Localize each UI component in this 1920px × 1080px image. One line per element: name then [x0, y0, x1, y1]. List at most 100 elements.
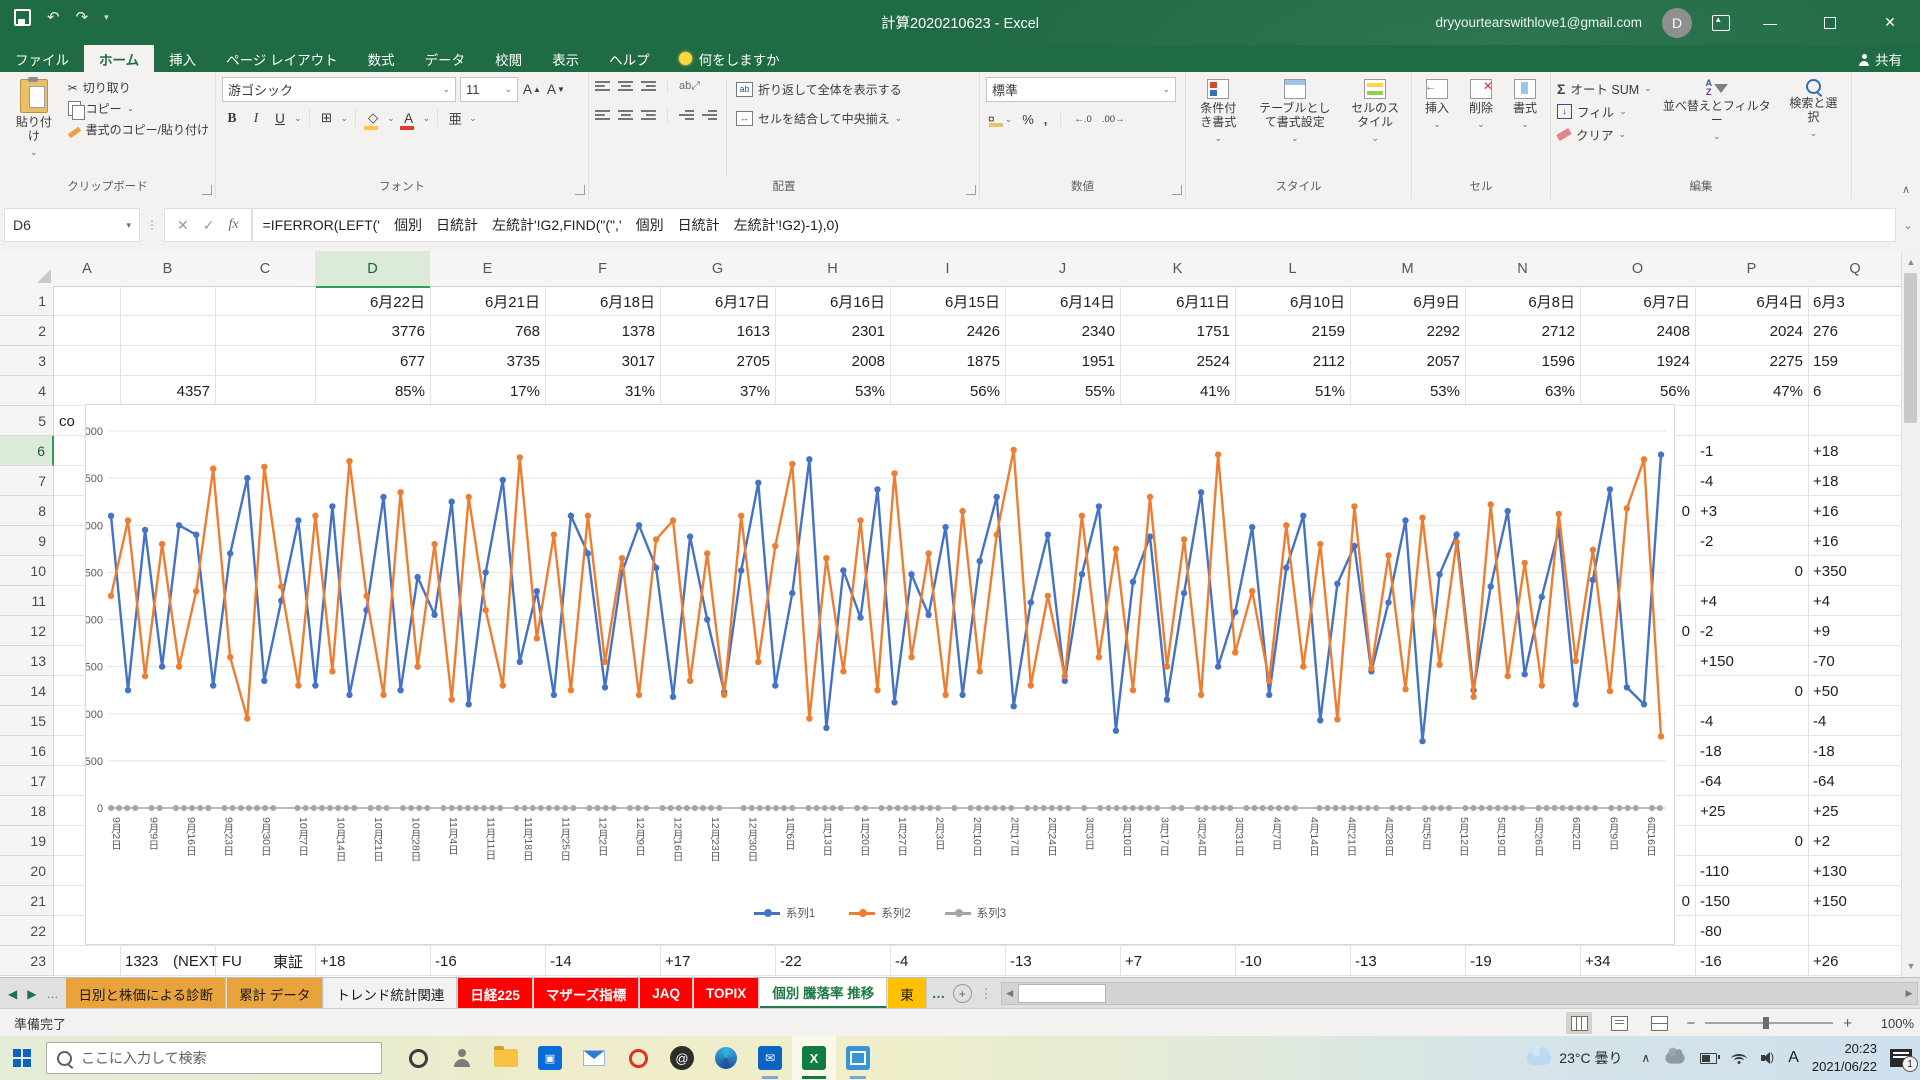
opera-icon[interactable] [616, 1036, 660, 1080]
cell-F4[interactable]: 31% [545, 376, 660, 406]
formula-input[interactable]: =IFERROR(LEFT(' 個別 日統計 左統計'!G2,FIND("(",… [252, 208, 1896, 242]
column-header-C[interactable]: C [215, 251, 316, 287]
cell-M3[interactable]: 2057 [1350, 346, 1465, 376]
formula-bar-expand-icon[interactable]: ⌄ [1896, 219, 1920, 232]
hidden-icons-chevron[interactable]: ∧ [1641, 1051, 1650, 1065]
cell-J1[interactable]: 6月14日 [1005, 286, 1120, 316]
font-dialog-launcher-icon[interactable] [575, 185, 585, 195]
cell-P2[interactable]: 2024 [1695, 316, 1808, 346]
zoom-slider-thumb[interactable] [1763, 1017, 1769, 1029]
align-right-icon[interactable] [641, 110, 656, 120]
percent-style-icon[interactable]: % [1022, 112, 1034, 127]
new-sheet-button[interactable]: + [949, 978, 975, 1009]
cell-D23[interactable]: +18 [315, 946, 430, 976]
tab-splitter[interactable]: ⋮ [975, 978, 997, 1009]
onedrive-icon[interactable] [1666, 1052, 1685, 1063]
cell-Q19[interactable]: +2 [1808, 826, 1902, 856]
fill-button[interactable]: ↓フィル⌄ [1557, 102, 1652, 121]
cell-Q13[interactable]: -70 [1808, 646, 1902, 676]
restore-button[interactable] [1810, 4, 1850, 42]
avatar[interactable]: D [1662, 8, 1692, 38]
column-header-B[interactable]: B [120, 251, 216, 287]
cell-Q8[interactable]: +16 [1808, 496, 1902, 526]
notification-center-icon[interactable]: 1 [1890, 1049, 1912, 1067]
cell-H1[interactable]: 6月16日 [775, 286, 890, 316]
share-button[interactable]: 共有 [1841, 45, 1920, 72]
cell-P17[interactable]: -64 [1695, 766, 1808, 796]
zoom-in-icon[interactable]: + [1843, 1015, 1852, 1032]
cell-P7[interactable]: -4 [1695, 466, 1808, 496]
browser-ring-icon[interactable] [396, 1036, 440, 1080]
cell-P6[interactable]: -1 [1695, 436, 1808, 466]
clear-button[interactable]: クリア⌄ [1557, 125, 1652, 144]
sheet-tab-トレンド統計関連[interactable]: トレンド統計関連 [324, 978, 457, 1009]
name-box-splitter[interactable]: ⋮ [140, 218, 164, 232]
customize-qat-icon[interactable]: ▾ [104, 12, 109, 23]
phonetic-guide-icon[interactable]: 亜 [445, 108, 465, 129]
column-header-M[interactable]: M [1350, 251, 1466, 287]
vertical-scrollbar[interactable]: ▲ ▼ [1901, 251, 1920, 977]
cell-P21[interactable]: -150 [1695, 886, 1808, 916]
column-header-E[interactable]: E [430, 251, 546, 287]
legend-item-系列1[interactable]: 系列1 [754, 905, 815, 921]
row-header-13[interactable]: 13 [0, 646, 54, 676]
cell-D2[interactable]: 3776 [315, 316, 430, 346]
wifi-icon[interactable] [1730, 1052, 1748, 1064]
excel-icon[interactable]: X [792, 1036, 836, 1080]
cell-Q10[interactable]: +350 [1808, 556, 1902, 586]
row-header-18[interactable]: 18 [0, 796, 54, 826]
row-header-6[interactable]: 6 [0, 436, 54, 466]
store-icon[interactable]: ▣ [528, 1036, 572, 1080]
row-header-16[interactable]: 16 [0, 736, 54, 766]
column-header-J[interactable]: J [1005, 251, 1121, 287]
cell-I1[interactable]: 6月15日 [890, 286, 1005, 316]
column-header-N[interactable]: N [1465, 251, 1581, 287]
save-icon[interactable] [14, 9, 31, 26]
column-header-L[interactable]: L [1235, 251, 1351, 287]
sheet-tab-個別 騰落率 推移[interactable]: 個別 騰落率 推移 [760, 978, 887, 1009]
cell-D3[interactable]: 677 [315, 346, 430, 376]
column-header-D[interactable]: D [315, 251, 431, 288]
align-top-icon[interactable] [595, 81, 610, 91]
cell-P9[interactable]: -2 [1695, 526, 1808, 556]
cell-N1[interactable]: 6月8日 [1465, 286, 1580, 316]
font-size-select[interactable]: 11⌄ [460, 77, 518, 102]
decrease-decimal-icon[interactable]: .00→ [1102, 114, 1125, 125]
taskbar-clock[interactable]: 20:23 2021/06/22 [1812, 1040, 1877, 1075]
zoom-slider[interactable] [1705, 1022, 1833, 1024]
cell-K4[interactable]: 41% [1120, 376, 1235, 406]
column-header-G[interactable]: G [660, 251, 776, 287]
scroll-right-icon[interactable]: ▶ [1901, 983, 1917, 1004]
cell-P1[interactable]: 6月4日 [1695, 286, 1808, 316]
format-as-table-button[interactable]: テーブルとして書式設定⌄ [1250, 77, 1339, 178]
row-header-21[interactable]: 21 [0, 886, 54, 916]
ribbon-display-options-icon[interactable] [1712, 15, 1730, 31]
conditional-formatting-button[interactable]: 条件付き書式⌄ [1192, 77, 1244, 178]
sheet-nav-right-icon[interactable]: ▶ [27, 987, 36, 1001]
cell-P22[interactable]: -80 [1695, 916, 1808, 946]
app-window-icon[interactable] [836, 1036, 880, 1080]
cancel-icon[interactable]: ✕ [177, 217, 189, 234]
sheet-tab-累計 データ[interactable]: 累計 データ [227, 978, 323, 1009]
cell-L23[interactable]: -10 [1235, 946, 1350, 976]
legend-item-系列2[interactable]: 系列2 [849, 905, 910, 921]
cell-O2[interactable]: 2408 [1580, 316, 1695, 346]
cell-D4[interactable]: 85% [315, 376, 430, 406]
cell-P14[interactable]: 0 [1695, 676, 1808, 706]
people-icon[interactable] [440, 1036, 484, 1080]
cell-N3[interactable]: 1596 [1465, 346, 1580, 376]
scroll-down-icon[interactable]: ▼ [1902, 957, 1920, 975]
cell-K1[interactable]: 6月11日 [1120, 286, 1235, 316]
cell-P20[interactable]: -110 [1695, 856, 1808, 886]
cell-P18[interactable]: +25 [1695, 796, 1808, 826]
sheet-tab-東[interactable]: 東 [888, 978, 927, 1009]
column-header-I[interactable]: I [890, 251, 1006, 287]
cell-P13[interactable]: +150 [1695, 646, 1808, 676]
ime-indicator[interactable]: A [1788, 1049, 1799, 1067]
close-button[interactable]: ✕ [1870, 4, 1910, 42]
tab-formulas[interactable]: 数式 [353, 45, 410, 72]
cell-styles-button[interactable]: セルのスタイル⌄ [1345, 77, 1405, 178]
cell-G1[interactable]: 6月17日 [660, 286, 775, 316]
cell-H2[interactable]: 2301 [775, 316, 890, 346]
horizontal-scrollbar[interactable]: ◀ ▶ [1001, 982, 1918, 1005]
